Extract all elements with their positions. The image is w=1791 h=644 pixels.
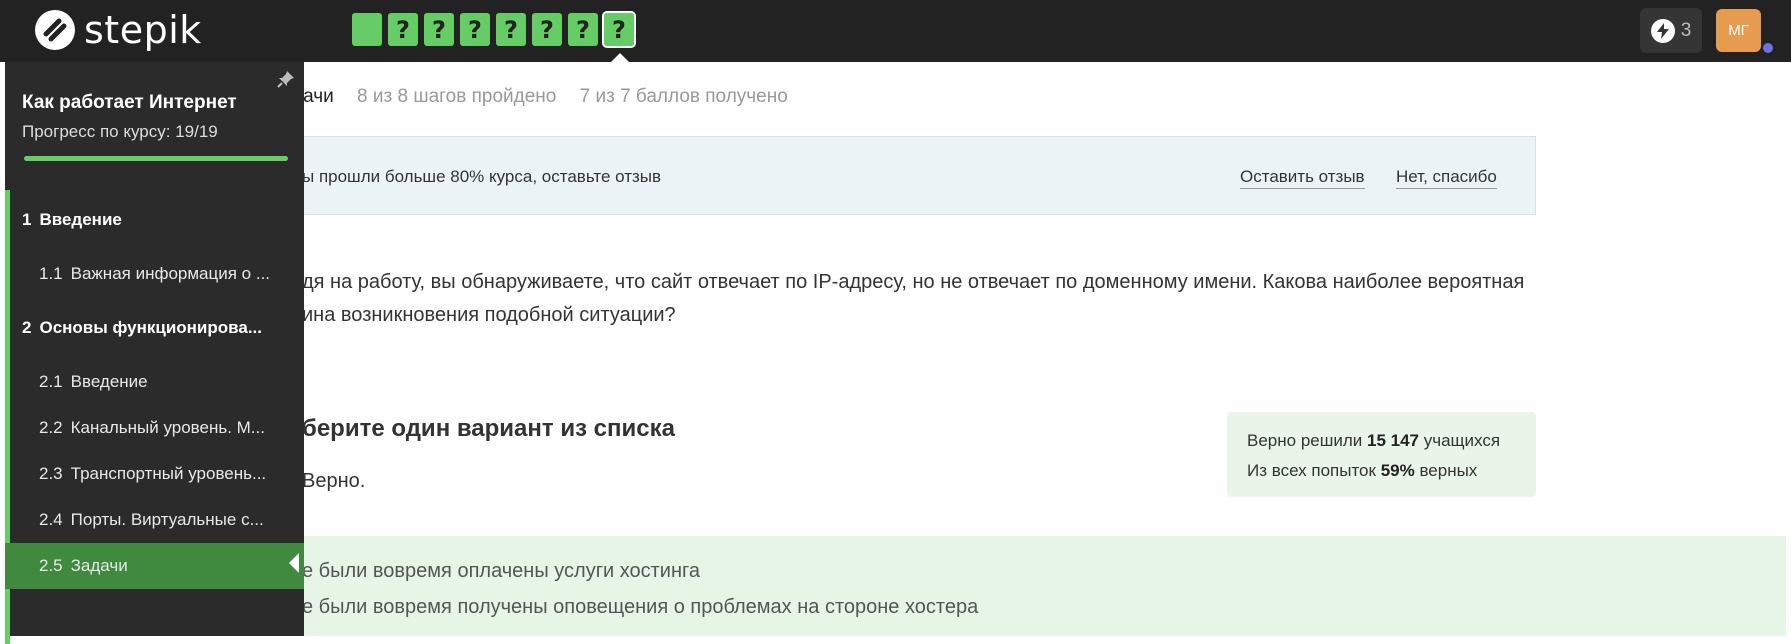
lesson-label: Канальный уровень. М... <box>70 418 265 437</box>
answer-option[interactable]: е были вовремя получены оповещения о про… <box>302 596 978 619</box>
course-progress-fill <box>24 156 288 161</box>
steps-passed: 8 из 8 шагов пройдено <box>357 86 557 107</box>
sidebar-section-1[interactable]: 1 Введение <box>5 197 304 243</box>
lesson-label: Важная информация о ... <box>70 264 271 283</box>
pin-icon[interactable] <box>277 70 295 88</box>
review-banner: ы прошли больше 80% курса, оставьте отзы… <box>302 136 1536 215</box>
lesson-label: Транспортный уровень... <box>70 464 267 483</box>
energy-count: 3 <box>1680 19 1692 41</box>
attempts-percent: 59% <box>1380 461 1415 480</box>
step-5[interactable]: ? <box>496 13 526 46</box>
course-progress-label: Прогресс по курсу: 19/19 <box>22 122 218 141</box>
stepik-logo[interactable]: stepik <box>34 9 202 51</box>
leave-review-link[interactable]: Оставить отзыв <box>1240 167 1365 189</box>
attempts-suffix: верных <box>1414 461 1478 480</box>
sidebar-section-2[interactable]: 2 Основы функционирова... <box>5 305 304 351</box>
section-label: Основы функционирова... <box>39 318 262 337</box>
sidebar-lesson-2-2[interactable]: 2.2 Канальный уровень. М... <box>5 405 304 451</box>
course-sidebar: Как работает Интернет Прогресс по курсу:… <box>5 62 304 644</box>
solution-stats: Верно решили 15 147 учащихся Из всех поп… <box>1227 412 1536 497</box>
current-step-pointer <box>611 53 629 62</box>
section-number: 2 <box>22 318 32 337</box>
lesson-label: Задачи <box>70 556 128 575</box>
lesson-number: 2.1 <box>39 372 63 391</box>
top-bar: stepik ? ? ? ? ? ? ? 3 МГ <box>0 0 1791 62</box>
sidebar-lesson-2-5-active[interactable]: 2.5 Задачи <box>5 543 304 589</box>
brand-name: stepik <box>84 8 202 52</box>
lesson-number: 1.1 <box>39 264 63 283</box>
step-3[interactable]: ? <box>424 13 454 46</box>
solved-prefix: Верно решили <box>1247 431 1367 450</box>
energy-counter[interactable]: 3 <box>1640 8 1702 53</box>
step-6[interactable]: ? <box>532 13 562 46</box>
course-progress-bar <box>24 156 288 161</box>
question-line-1: дя на работу, вы обнаруживаете, что сайт… <box>302 271 1525 293</box>
answer-option[interactable]: е были вовремя оплачены услуги хостинга <box>302 560 700 583</box>
lesson-label: Порты. Виртуальные с... <box>70 510 264 529</box>
lesson-header: дачи 8 из 8 шагов пройдено 7 из 7 баллов… <box>292 86 788 108</box>
sidebar-lesson-2-4[interactable]: 2.4 Порты. Виртуальные с... <box>5 497 304 543</box>
lightning-icon <box>1650 18 1675 43</box>
banner-text: ы прошли больше 80% курса, оставьте отзы… <box>302 167 662 186</box>
lesson-label: Введение <box>70 372 148 391</box>
step-2[interactable]: ? <box>388 13 418 46</box>
section-number: 1 <box>22 210 32 229</box>
active-item-notch <box>289 553 299 573</box>
step-7[interactable]: ? <box>568 13 598 46</box>
question-line-2: ина возникновения подобной ситуации? <box>302 304 676 326</box>
verdict-text: Верно. <box>302 470 366 492</box>
sidebar-lesson-1-1[interactable]: 1.1 Важная информация о ... <box>5 251 304 297</box>
solved-count: 15 147 <box>1367 431 1419 450</box>
no-thanks-link[interactable]: Нет, спасибо <box>1396 167 1497 189</box>
section-label: Введение <box>39 210 122 229</box>
choose-option-heading: берите один вариант из списка <box>302 415 675 442</box>
step-8-current[interactable]: ? <box>602 11 636 48</box>
notification-dot <box>1763 43 1773 53</box>
lesson-number: 2.5 <box>39 556 63 575</box>
attempts-prefix: Из всех попыток <box>1247 461 1381 480</box>
solved-suffix: учащихся <box>1419 431 1501 450</box>
lesson-number: 2.4 <box>39 510 63 529</box>
lesson-number: 2.3 <box>39 464 63 483</box>
sidebar-lesson-2-1[interactable]: 2.1 Введение <box>5 359 304 405</box>
lesson-number: 2.2 <box>39 418 63 437</box>
step-4[interactable]: ? <box>460 13 490 46</box>
user-avatar[interactable]: МГ <box>1716 9 1761 52</box>
sidebar-lesson-2-3[interactable]: 2.3 Транспортный уровень... <box>5 451 304 497</box>
stepik-logo-icon <box>35 10 75 50</box>
course-title[interactable]: Как работает Интернет <box>22 92 237 114</box>
answer-options: е были вовремя оплачены услуги хостинга … <box>302 536 1786 636</box>
solved-stat: Верно решили 15 147 учащихся <box>1247 426 1536 456</box>
attempts-stat: Из всех попыток 59% верных <box>1247 456 1536 486</box>
step-1[interactable] <box>352 13 382 46</box>
step-navigation: ? ? ? ? ? ? ? <box>352 11 636 48</box>
question-text: дя на работу, вы обнаруживаете, что сайт… <box>302 266 1542 332</box>
points-earned: 7 из 7 баллов получено <box>579 86 788 107</box>
